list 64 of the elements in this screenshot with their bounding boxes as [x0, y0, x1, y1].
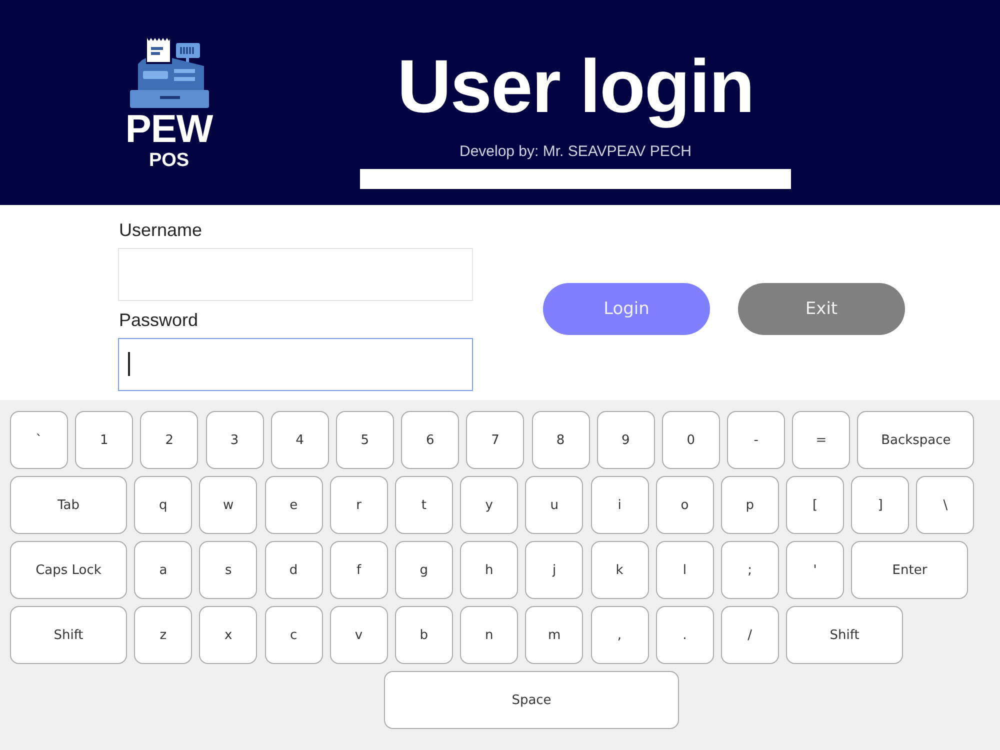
keyboard-key[interactable]: ; — [720, 541, 779, 599]
keyboard-key[interactable]: 2 — [140, 411, 198, 469]
keyboard-key[interactable]: u — [525, 476, 584, 534]
keyboard-key[interactable]: i — [590, 476, 648, 534]
keyboard-key[interactable]: Backspace — [857, 411, 974, 469]
keyboard-key[interactable]: ' — [786, 541, 844, 599]
keyboard-key[interactable]: k — [590, 541, 648, 599]
keyboard-key[interactable]: . — [656, 606, 714, 664]
keyboard-key[interactable]: h — [460, 541, 518, 599]
keyboard-key[interactable]: Tab — [10, 476, 127, 534]
keyboard-key[interactable]: Shift — [786, 606, 904, 664]
keyboard-key[interactable]: Caps Lock — [10, 541, 127, 599]
keyboard-key[interactable]: n — [460, 606, 518, 664]
keyboard-key[interactable]: 5 — [336, 411, 394, 469]
keyboard-key[interactable]: / — [720, 606, 779, 664]
developer-credit: Develop by: Mr. SEAVPEAV PECH — [459, 143, 692, 161]
keyboard-key[interactable]: z — [134, 606, 192, 664]
keyboard-key[interactable]: w — [199, 476, 258, 534]
keyboard-key[interactable]: q — [134, 476, 192, 534]
keyboard-key[interactable]: j — [525, 541, 584, 599]
keyboard-key[interactable]: = — [792, 411, 850, 469]
keyboard-key[interactable]: 1 — [75, 411, 134, 469]
keyboard-key[interactable]: 4 — [270, 411, 329, 469]
keyboard-key[interactable]: l — [656, 541, 714, 599]
keyboard-key[interactable]: t — [394, 476, 453, 534]
logo-subtitle: POS — [148, 151, 190, 171]
page-title: User login — [397, 44, 754, 128]
exit-button[interactable]: Exit — [738, 282, 905, 334]
keyboard-key[interactable]: y — [460, 476, 518, 534]
keyboard-key[interactable]: Space — [384, 671, 679, 729]
keyboard-key[interactable]: Enter — [851, 541, 968, 599]
keyboard-key[interactable]: c — [264, 606, 323, 664]
keyboard-key[interactable]: 8 — [532, 411, 590, 469]
keyboard-key[interactable]: ] — [851, 476, 910, 534]
keyboard-key[interactable]: b — [394, 606, 453, 664]
keyboard-key[interactable]: 9 — [596, 411, 655, 469]
keyboard-key[interactable]: x — [199, 606, 258, 664]
input-field[interactable] — [118, 338, 473, 390]
keyboard-key[interactable]: r — [330, 476, 388, 534]
keyboard-key[interactable]: ` — [10, 411, 68, 469]
keyboard-key[interactable]: [ — [786, 476, 844, 534]
logo-title: PEW — [125, 111, 213, 149]
keyboard-key[interactable]: - — [727, 411, 786, 469]
keyboard-key[interactable]: 6 — [401, 411, 460, 469]
field-label: Username — [119, 218, 204, 240]
keyboard-key[interactable]: e — [264, 476, 323, 534]
keyboard-key[interactable]: a — [134, 541, 192, 599]
keyboard-key[interactable]: v — [330, 606, 388, 664]
keyboard-key[interactable]: g — [394, 541, 453, 599]
keyboard-key[interactable]: o — [656, 476, 714, 534]
keyboard-key[interactable]: d — [264, 541, 323, 599]
keyboard-key[interactable]: f — [330, 541, 388, 599]
keyboard-key[interactable]: s — [199, 541, 258, 599]
field-label: Password — [119, 308, 200, 330]
keyboard-key[interactable]: 0 — [662, 411, 720, 469]
keyboard-key[interactable]: , — [590, 606, 648, 664]
keyboard-key[interactable]: p — [720, 476, 779, 534]
keyboard-key[interactable]: \ — [916, 476, 974, 534]
keyboard-key[interactable]: 3 — [206, 411, 264, 469]
keyboard-key[interactable]: m — [525, 606, 584, 664]
cash-register-icon — [130, 38, 208, 108]
text-cursor-icon — [128, 352, 130, 376]
keyboard-key[interactable]: 7 — [466, 411, 524, 469]
keyboard-key[interactable]: Shift — [10, 606, 127, 664]
